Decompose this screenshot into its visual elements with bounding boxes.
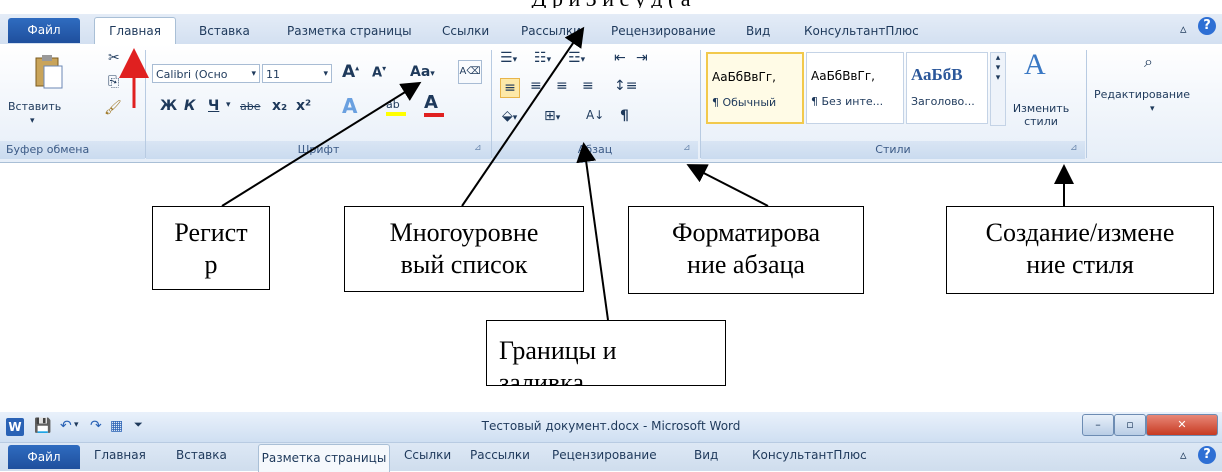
arrow-paragraph <box>686 164 769 207</box>
tab-mailings-2[interactable]: Рассылки <box>470 448 530 462</box>
tab-view-2[interactable]: Вид <box>694 448 718 462</box>
close-icon[interactable]: ✕ <box>1146 414 1218 436</box>
tab-references-2[interactable]: Ссылки <box>404 448 451 462</box>
window-title: Тестовый документ.docx - Microsoft Word <box>481 419 741 433</box>
tab-page-layout-2[interactable]: Разметка страницы <box>258 444 390 472</box>
help-icon-2[interactable]: ? <box>1198 446 1216 464</box>
arrow-multilevel <box>461 26 585 207</box>
tab-insert-2[interactable]: Вставка <box>176 448 227 462</box>
arrow-register <box>221 81 422 207</box>
minimize-ribbon-icon-2[interactable]: ▵ <box>1180 448 1187 463</box>
callout-style-create: Создание/измене ние стиля <box>946 206 1214 294</box>
callout-paragraph-format: Форматирова ние абзаца <box>628 206 864 294</box>
file-tab-2[interactable]: Файл <box>8 445 80 469</box>
tab-review-2[interactable]: Рецензирование <box>552 448 657 462</box>
maximize-icon[interactable]: ▫ <box>1114 414 1146 436</box>
callout-register: Регист р <box>152 206 270 290</box>
tab-home-2[interactable]: Главная <box>94 448 146 462</box>
callout-borders: Границы и заливка <box>486 320 726 386</box>
title-bar: W 💾 ↶ ▾ ↷ ▦ ⏷ Тестовый документ.docx - M… <box>0 412 1222 442</box>
ribbon2-tab-bar: Файл Главная Вставка Разметка страницы С… <box>0 442 1222 472</box>
arrow-borders <box>576 142 609 321</box>
callout-multilevel: Многоуровне вый список <box>344 206 584 292</box>
minimize-icon[interactable]: – <box>1082 414 1114 436</box>
word-window-2: W 💾 ↶ ▾ ↷ ▦ ⏷ Тестовый документ.docx - M… <box>0 412 1222 472</box>
tab-consultant-2[interactable]: КонсультантПлюс <box>752 448 867 462</box>
